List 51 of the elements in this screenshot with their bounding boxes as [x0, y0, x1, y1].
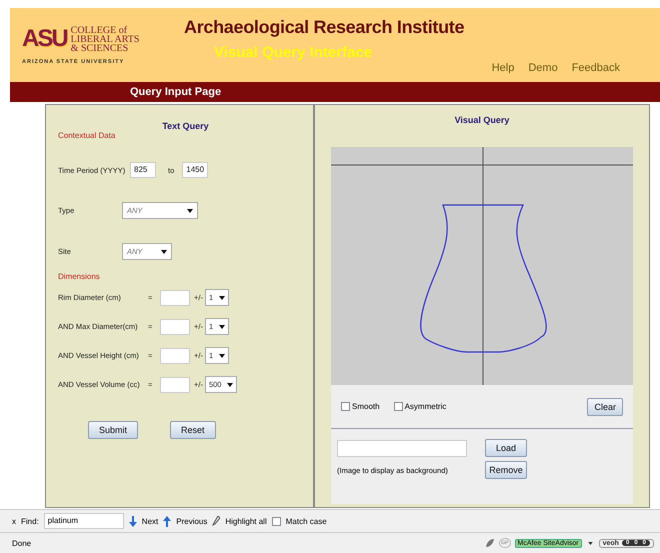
find-field[interactable]: platinum: [44, 513, 124, 529]
dimension-field[interactable]: [160, 290, 190, 306]
vessel-outline[interactable]: [420, 204, 547, 353]
dimension-field[interactable]: [160, 376, 190, 392]
form-button[interactable]: Submit: [88, 421, 138, 439]
highlight-all-link[interactable]: Highlight all: [225, 516, 267, 526]
year-from-field[interactable]: 825: [130, 162, 156, 178]
checkbox[interactable]: [341, 402, 350, 411]
checkbox-label: Smooth: [352, 402, 380, 411]
next-link[interactable]: Next: [142, 516, 158, 526]
caret-icon: [227, 382, 234, 386]
dimension-field[interactable]: [160, 348, 190, 364]
panel-title: Text Query: [161, 121, 210, 131]
nav-link[interactable]: Help: [492, 62, 514, 74]
image-path-field[interactable]: [337, 440, 467, 456]
clear-button[interactable]: Clear: [587, 398, 623, 416]
checkbox-label: Asymmetric: [404, 402, 446, 411]
marker-pen-icon: [212, 516, 220, 526]
find-label: Find:: [21, 516, 39, 526]
caret-icon: [161, 250, 167, 254]
load-button[interactable]: Load: [485, 439, 527, 457]
nav-link[interactable]: Demo: [528, 62, 558, 74]
section-heading: Dimensions: [58, 272, 101, 281]
remove-button[interactable]: Remove: [485, 461, 527, 479]
caret-icon: [219, 324, 226, 328]
previous-link[interactable]: Previous: [176, 516, 208, 526]
checkbox[interactable]: [394, 402, 403, 411]
section-heading: Contextual Data: [58, 131, 116, 140]
logo-mark: ASU: [22, 25, 67, 53]
caret-icon: [187, 208, 193, 212]
leaf-icon: [485, 538, 496, 548]
match-case-checkbox[interactable]: [272, 516, 281, 526]
caret-icon[interactable]: [588, 542, 593, 544]
checkbox-label: Match case: [286, 516, 327, 526]
year-to-field[interactable]: 1450: [182, 162, 208, 178]
college-name-line: & SCIENCES: [70, 44, 130, 52]
down-arrow-icon: [128, 516, 137, 526]
site-subtitle: Visual Query Interface: [214, 44, 374, 61]
site-title: Archaeological Research Institute: [184, 17, 464, 38]
caret-icon: [219, 354, 226, 358]
nav-link[interactable]: Feedback: [572, 62, 620, 74]
status-text: Done: [12, 538, 32, 548]
page-title: Query Input Page: [130, 86, 222, 98]
caret-icon: [219, 296, 226, 300]
up-arrow-icon: [163, 516, 172, 526]
panel-title: Visual Query: [454, 115, 510, 125]
dimension-field[interactable]: [160, 318, 190, 334]
college-name-line: COLLEGE of: [70, 26, 128, 34]
close-find-button[interactable]: x: [12, 516, 16, 526]
college-name-line: LIBERAL ARTS: [70, 34, 140, 44]
form-button[interactable]: Reset: [170, 421, 216, 439]
